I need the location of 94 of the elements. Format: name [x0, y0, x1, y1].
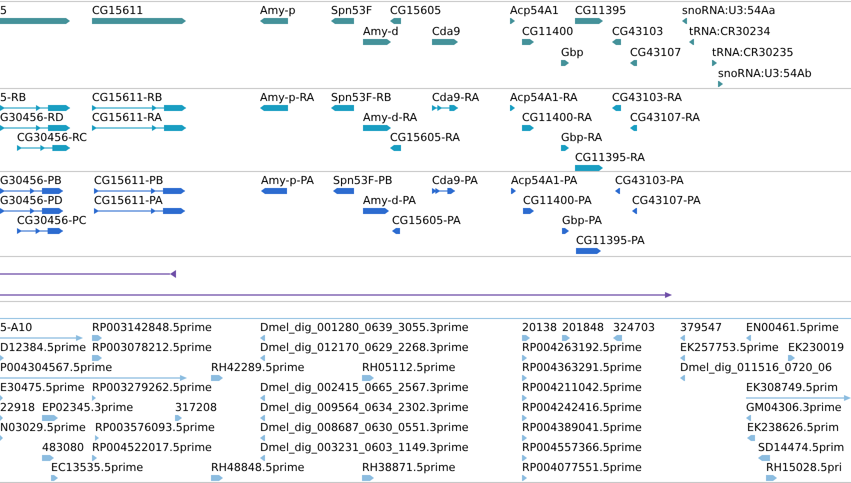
feature-label: CG11395	[575, 4, 626, 18]
feature-label: CG15605	[390, 4, 442, 18]
feature-label: Dmel_dig_009564_0634_2302.3prime	[260, 401, 469, 415]
feature-label: G30456-RD	[0, 111, 64, 125]
feature-label: CG15611-RB	[92, 91, 162, 105]
feature-label: CG30456-PC	[17, 214, 86, 228]
feature-label: 379547	[680, 321, 722, 335]
feature-label: CG15611-PA	[94, 194, 163, 208]
feature-label: Spn53F	[331, 4, 372, 18]
feature-label: CG43103-RA	[612, 91, 682, 105]
feature-label: RP003078212.5prime	[92, 341, 212, 355]
feature-label: Dmel_dig_008687_0630_0551.3prime	[260, 421, 469, 435]
feature-label: RP003142848.5prime	[92, 321, 212, 335]
feature-label: CG43107-PA	[632, 194, 701, 208]
feature-label: Amy-d-RA	[363, 111, 418, 125]
feature-label: RH42289.5prime	[211, 361, 304, 375]
feature-label: Acp54A1	[510, 4, 559, 18]
feature-label: Amy-p	[260, 4, 296, 18]
feature-label: 22918	[0, 401, 35, 415]
feature-label: Amy-p-RA	[260, 91, 314, 105]
feature-label: N03029.5prime	[0, 421, 86, 435]
feature-label: CG15611	[92, 4, 144, 18]
feature-label: Dmel_dig_011516_0720_06	[680, 361, 832, 375]
feature-label: RH05112.5prime	[362, 361, 456, 375]
feature-label: RH15028.5pri	[766, 461, 842, 475]
feature-label: snoRNA:U3:54Ab	[718, 67, 812, 81]
feature-label: Amy-d	[363, 25, 399, 39]
feature-label: CG11400-PA	[523, 194, 592, 208]
feature-label: Gbp-RA	[561, 131, 602, 145]
feature-label: 201848	[562, 321, 604, 335]
feature-label: Amy-d-PA	[363, 194, 416, 208]
feature-label: RP003576093.5prime	[95, 421, 215, 435]
feature-label: CG11400	[522, 25, 574, 39]
feature-label: Gbp-PA	[562, 214, 602, 228]
feature-label: RH38871.5prime	[362, 461, 456, 475]
feature-label: RP004242416.5prime	[522, 401, 642, 415]
feature-label: 317208	[175, 401, 217, 415]
feature-label: G30456-PD	[0, 194, 63, 208]
feature-label: Cda9	[432, 25, 460, 39]
feature-label: CG15611-PB	[94, 174, 164, 188]
feature-label: Cda9-RA	[432, 91, 480, 105]
feature-label: EC13535.5prime	[51, 461, 144, 475]
feature-label: Acp54A1-PA	[511, 174, 578, 188]
feature-label: EK308749.5prim	[746, 381, 838, 395]
feature-label: G30456-PB	[0, 174, 62, 188]
feature-label: RP004211042.5prime	[522, 381, 642, 395]
feature-label: snoRNA:U3:54Aa	[682, 4, 776, 18]
feature-label: Dmel_dig_012170_0629_2268.3prime	[260, 341, 469, 355]
feature-label: Spn53F-RB	[331, 91, 392, 105]
feature-label: GM04306.3prime	[746, 401, 842, 415]
feature-label: 483080	[42, 441, 84, 455]
feature-label: EN00461.5prime	[746, 321, 839, 335]
feature-label: RP004263192.5prime	[522, 341, 642, 355]
feature-label: CG30456-RC	[17, 131, 87, 145]
feature-label: EP02345.3prime	[42, 401, 134, 415]
feature-label: EK230019	[788, 341, 844, 355]
feature-label: CG43103-PA	[615, 174, 684, 188]
feature-label: Gbp	[561, 46, 584, 60]
feature-label: tRNA:CR30234	[689, 25, 771, 39]
feature-label: Acp54A1-RA	[510, 91, 578, 105]
feature-label: 5	[0, 4, 7, 18]
feature-label: EK257753.5prime	[680, 341, 779, 355]
feature-label: CG43103	[612, 25, 664, 39]
feature-label: D12384.5prime	[0, 341, 86, 355]
feature-label: E30475.5prime	[0, 381, 84, 395]
feature-label: CG11395-PA	[576, 234, 645, 248]
feature-label: CG43107-RA	[630, 111, 700, 125]
feature-label: Cda9-PA	[432, 174, 478, 188]
feature-label: 5-RB	[0, 91, 26, 105]
feature-label: 5-A10	[0, 321, 32, 335]
feature-label: tRNA:CR30235	[712, 46, 794, 60]
feature-label: Amy-p-PA	[261, 174, 314, 188]
feature-label: P004304567.5prime	[0, 361, 112, 375]
feature-label: CG15611-RA	[92, 111, 162, 125]
feature-label: CG15605-RA	[390, 131, 460, 145]
feature-label: CG43107	[630, 46, 682, 60]
feature-label: Dmel_dig_003231_0603_1149.3prime	[260, 441, 469, 455]
feature-label: RP004389041.5prime	[522, 421, 642, 435]
feature-label: 20138	[522, 321, 557, 335]
feature-label: 324703	[613, 321, 655, 335]
feature-label: RP003279262.5prime	[92, 381, 212, 395]
feature-label: RP004557366.5prime	[522, 441, 642, 455]
feature-label: Dmel_dig_002415_0665_2567.3prime	[260, 381, 469, 395]
feature-label: RP004077551.5prime	[522, 461, 642, 475]
feature-label: CG11395-RA	[575, 151, 645, 165]
feature-label: RP004522017.5prime	[92, 441, 212, 455]
feature-label: CG15605-PA	[392, 214, 461, 228]
feature-label: RH48848.5prime	[211, 461, 304, 475]
feature-label: RP004363291.5prime	[522, 361, 642, 375]
feature-label: Dmel_dig_001280_0639_3055.3prime	[260, 321, 469, 335]
feature-label: EK238626.5prim	[747, 421, 839, 435]
feature-label: CG11400-RA	[522, 111, 592, 125]
feature-label: Spn53F-PB	[333, 174, 392, 188]
feature-label: SD14474.5prim	[758, 441, 844, 455]
